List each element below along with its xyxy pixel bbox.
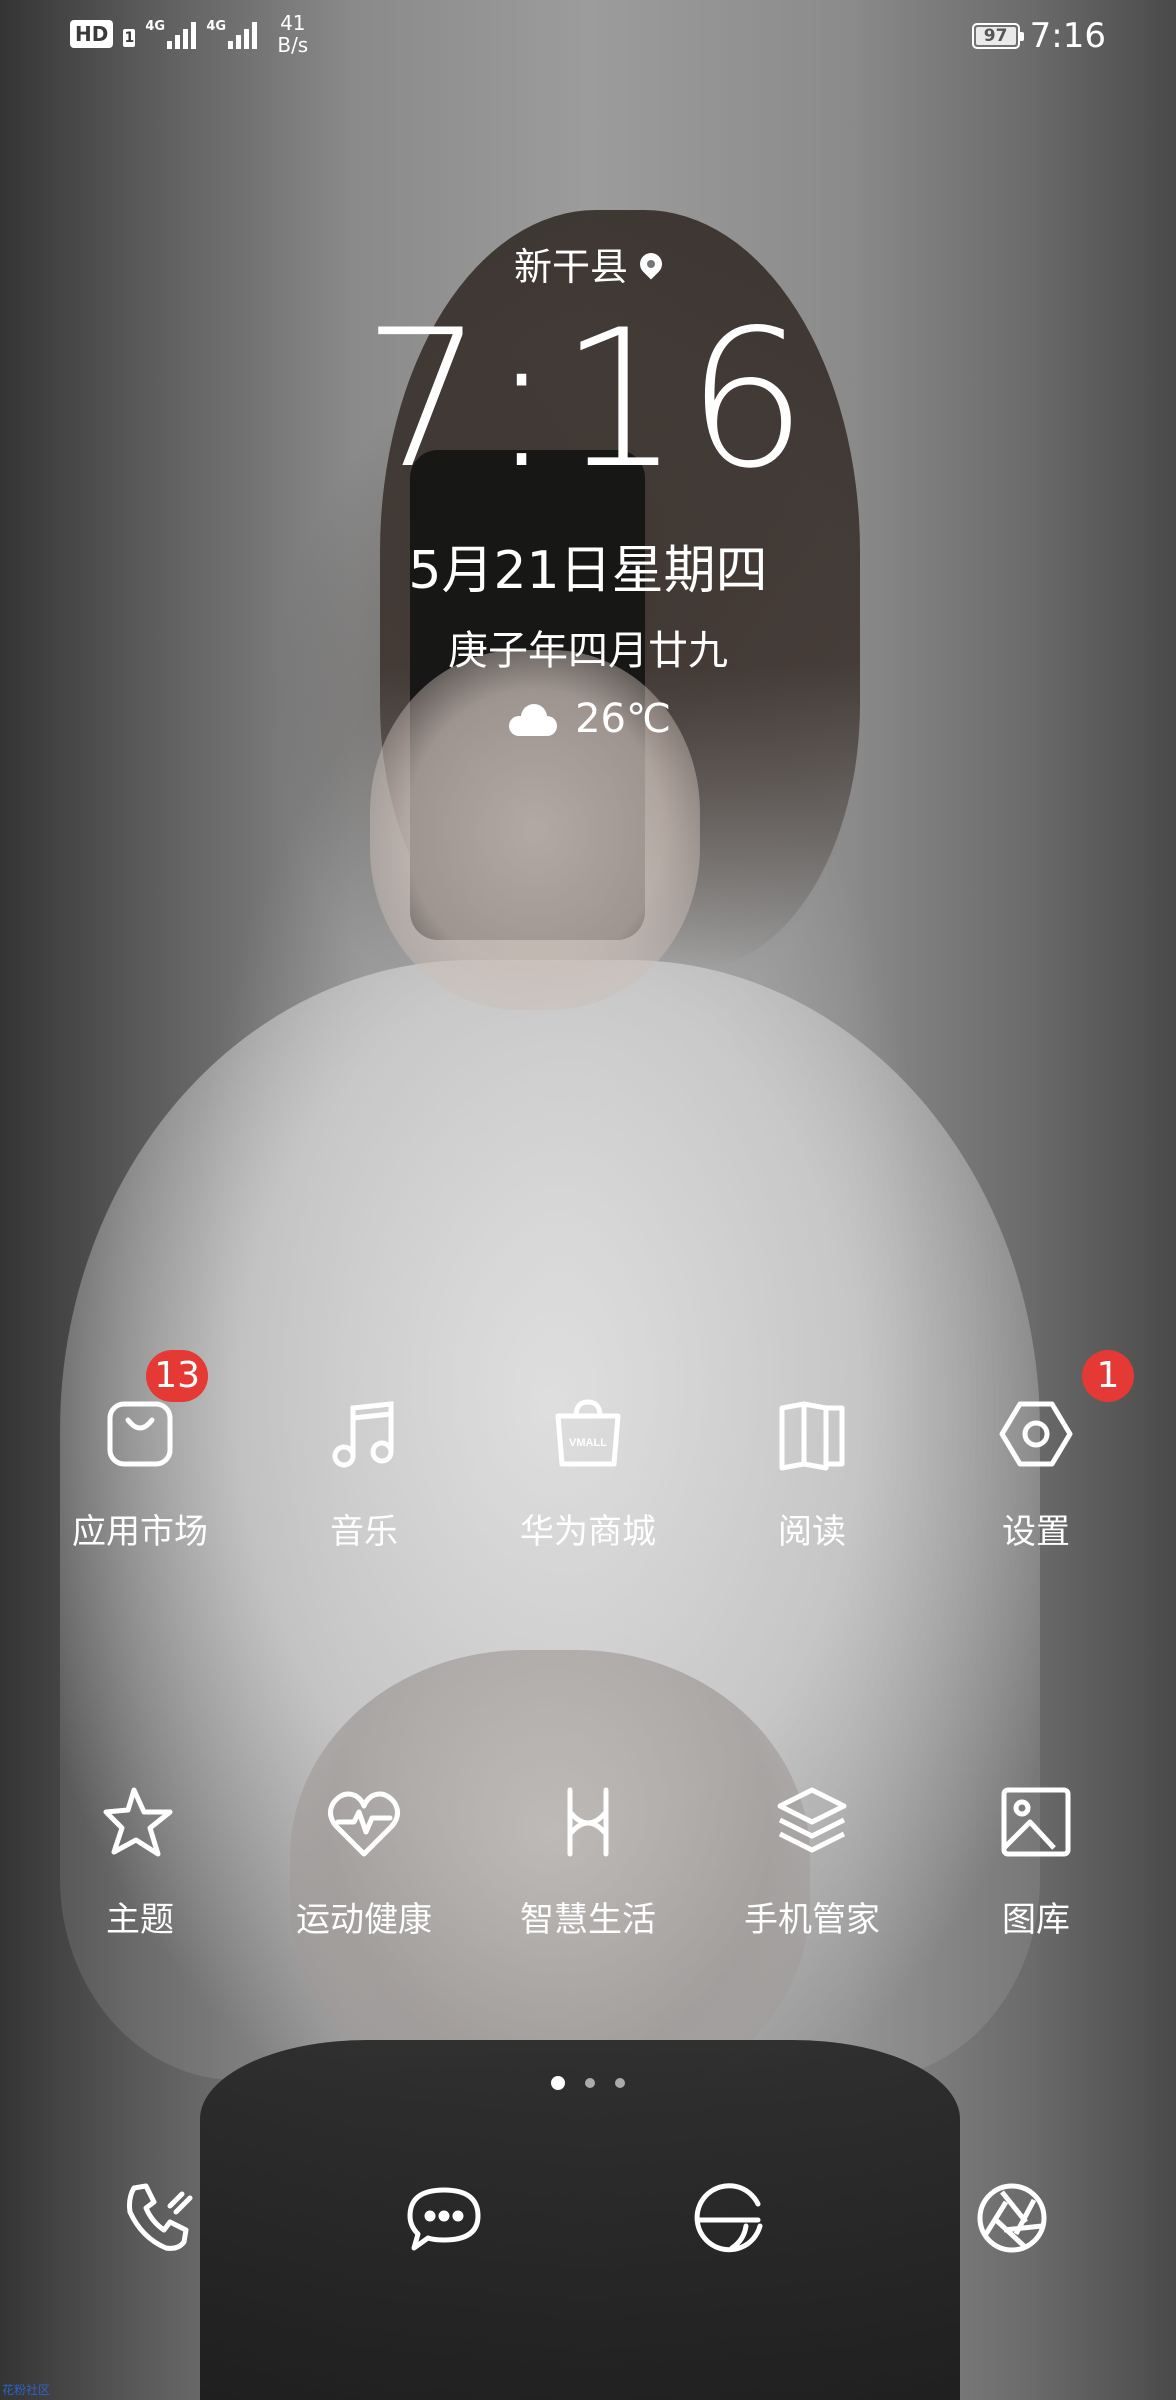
browser-icon xyxy=(694,2183,763,2253)
page-indicator[interactable] xyxy=(0,2076,1176,2090)
temperature-label: 26℃ xyxy=(575,696,671,742)
app-vmall[interactable]: VMALL 华为商城 xyxy=(478,1394,698,1553)
signal-strength-icon-2: 4G xyxy=(206,19,258,49)
dock-camera[interactable] xyxy=(972,2178,1052,2258)
app-label: 运动健康 xyxy=(296,1900,432,1940)
app-label: 阅读 xyxy=(778,1512,846,1552)
book-icon xyxy=(779,1401,845,1471)
app-settings[interactable]: 1 设置 xyxy=(926,1350,1146,1553)
app-label: 音乐 xyxy=(330,1512,398,1552)
dock-messages[interactable] xyxy=(404,2178,484,2258)
hd-voice-icon: HD xyxy=(70,20,114,48)
battery-level: 97 xyxy=(975,27,1016,45)
vmall-text: VMALL xyxy=(569,1437,607,1449)
gallery-icon xyxy=(1001,1787,1071,1857)
status-bar: HD 1 4G 4G 41 B/s 97 7:16 xyxy=(0,0,1176,80)
page-dot-2[interactable] xyxy=(585,2078,595,2088)
page-dot-1[interactable] xyxy=(551,2076,565,2090)
app-smart-life[interactable]: 智慧生活 xyxy=(478,1782,698,1941)
cloud-icon xyxy=(505,702,561,736)
vmall-bag-icon: VMALL xyxy=(555,1399,621,1467)
network-type-label: 4G xyxy=(145,19,166,34)
wallpaper-jeans xyxy=(200,2040,960,2400)
date-label: 5月21日星期四 xyxy=(408,541,768,601)
dock-browser[interactable] xyxy=(688,2178,768,2258)
camera-icon xyxy=(977,2183,1047,2253)
location-widget[interactable]: 新干县 xyxy=(0,236,1176,291)
signal-strength-icon: 4G xyxy=(145,19,197,49)
app-label: 图库 xyxy=(1002,1900,1070,1940)
status-time: 7:16 xyxy=(1029,16,1106,56)
phone-icon xyxy=(127,2183,193,2251)
app-music[interactable]: 音乐 xyxy=(254,1394,474,1553)
battery-icon: 97 xyxy=(971,23,1024,49)
network-speed: 41 B/s xyxy=(277,12,308,56)
dock-phone[interactable] xyxy=(120,2178,200,2258)
app-label: 设置 xyxy=(1002,1512,1070,1552)
app-themes[interactable]: 主题 xyxy=(30,1782,250,1941)
location-pin-icon xyxy=(635,247,667,280)
layers-icon xyxy=(777,1787,847,1853)
app-label: 智慧生活 xyxy=(520,1900,656,1940)
notification-badge: 13 xyxy=(146,1350,208,1402)
watermark: 花粉社区 xyxy=(2,2383,51,2397)
shopping-bag-icon xyxy=(107,1401,173,1467)
app-reading[interactable]: 阅读 xyxy=(702,1394,922,1553)
app-label: 应用市场 xyxy=(72,1512,208,1552)
app-gallery[interactable]: 图库 xyxy=(926,1782,1146,1941)
network-speed-unit: B/s xyxy=(277,33,309,57)
app-label: 华为商城 xyxy=(520,1512,656,1552)
smart-life-icon xyxy=(567,1787,609,1857)
page-dot-3[interactable] xyxy=(615,2078,625,2088)
gear-icon xyxy=(999,1401,1073,1467)
app-label: 主题 xyxy=(106,1900,174,1940)
messages-icon xyxy=(407,2187,481,2251)
location-label: 新干县 xyxy=(513,245,628,289)
weather-widget[interactable]: 26℃ xyxy=(0,696,1176,742)
lunar-date-label: 庚子年四月廿九 xyxy=(448,628,728,674)
app-health[interactable]: 运动健康 xyxy=(254,1782,474,1941)
heart-pulse-icon xyxy=(328,1791,400,1857)
wallpaper-phone xyxy=(410,450,645,940)
notification-badge: 1 xyxy=(1082,1350,1134,1402)
sim1-icon: 1 xyxy=(123,29,136,47)
network-type-label-2: 4G xyxy=(206,19,227,34)
theme-star-icon xyxy=(103,1787,173,1857)
network-speed-value: 41 xyxy=(280,11,306,35)
music-note-icon xyxy=(332,1401,394,1468)
app-label: 手机管家 xyxy=(744,1900,880,1940)
app-app-market[interactable]: 13 应用市场 xyxy=(30,1350,250,1553)
app-phone-manager[interactable]: 手机管家 xyxy=(702,1782,922,1941)
clock-widget[interactable]: 7:16 xyxy=(0,300,1176,500)
